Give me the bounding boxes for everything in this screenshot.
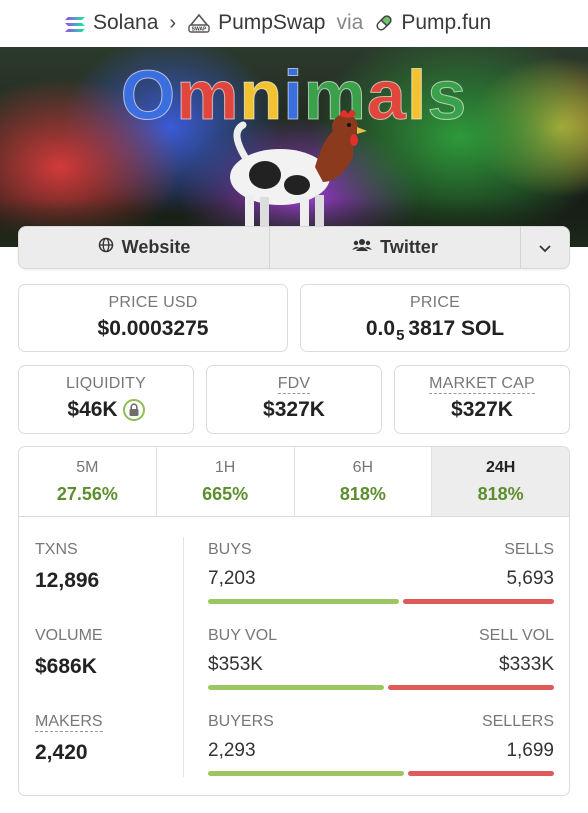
breadcrumb-dex[interactable]: PumpSwap (218, 11, 325, 35)
chevron-down-icon (539, 237, 551, 258)
banner-title-letter: l (406, 56, 428, 135)
tab-label: 6H (352, 459, 374, 476)
breadcrumb-chain[interactable]: Solana (93, 11, 158, 35)
price-usd-label: PRICE USD (108, 294, 198, 311)
price-usd-card: PRICE USD $0.0003275 (18, 284, 288, 352)
buy-vol-value: $353K (208, 654, 263, 675)
market-cap-card[interactable]: MARKET CAP $327K (394, 365, 570, 434)
globe-icon (98, 237, 114, 258)
buys-label: BUYS (208, 541, 252, 558)
dog-chicken-illustration (230, 110, 367, 245)
price-sol-prefix: 0.0 (365, 317, 396, 340)
sell-vol-bar-fill (388, 685, 554, 690)
buyers-value: 2,293 (208, 740, 256, 761)
tab-label: 5M (76, 459, 99, 476)
buys-value: 7,203 (208, 568, 256, 589)
pumpswap-icon: SWAP (187, 12, 211, 34)
chevron-right-icon: › (169, 11, 177, 34)
sellers-value: 1,699 (506, 740, 554, 761)
txns-stat: TXNS 12,896 (35, 541, 99, 593)
solana-icon (64, 15, 86, 32)
buyers-sellers-row: BUYERS SELLERS 2,293 1,699 (208, 713, 554, 776)
tab-6h[interactable]: 6H 818% (295, 447, 433, 516)
fdv-card[interactable]: FDV $327K (206, 365, 382, 434)
banner-title-letter: s (427, 56, 468, 135)
volume-label: VOLUME (35, 627, 103, 644)
buys-bar-fill (208, 599, 400, 604)
breadcrumb: Solana › SWAP PumpSwap via Pump.fun (0, 0, 588, 46)
volume-value: $686K (35, 655, 97, 678)
price-usd-value: $0.0003275 (97, 317, 209, 340)
buy-vol-label: BUY VOL (208, 627, 278, 644)
liquidity-card: LIQUIDITY $46K (18, 365, 194, 434)
buyers-sellers-bar (208, 771, 554, 776)
more-links-button[interactable] (521, 227, 569, 268)
tab-label: 1H (214, 459, 236, 476)
buyers-bar-fill (208, 771, 405, 776)
tab-change: 818% (477, 484, 524, 504)
trade-stats-panel: TXNS 12,896 VOLUME $686K MAKERS 2,420 BU… (18, 516, 570, 796)
tab-1h[interactable]: 1H 665% (157, 447, 295, 516)
liquidity-label: LIQUIDITY (65, 375, 147, 392)
breadcrumb-via: via (336, 11, 364, 34)
price-sol-subscript: 5 (396, 326, 405, 344)
market-cap-label: MARKET CAP (429, 375, 535, 394)
social-links-bar: Website Twitter (18, 226, 570, 269)
breadcrumb-launchpad[interactable]: Pump.fun (401, 11, 491, 35)
website-button[interactable]: Website (19, 227, 270, 268)
sellers-label: SELLERS (481, 713, 554, 730)
lock-icon[interactable] (122, 399, 145, 421)
token-banner: Omnimals (0, 47, 588, 247)
txns-value: 12,896 (35, 569, 100, 592)
pill-icon (374, 13, 394, 33)
buy-vol-bar-fill (208, 685, 385, 690)
volume-stat: VOLUME $686K (35, 627, 103, 679)
svg-text:SWAP: SWAP (192, 27, 207, 33)
twitter-button[interactable]: Twitter (270, 227, 521, 268)
market-cap-value: $327K (451, 398, 513, 421)
price-sol-card: PRICE 0.0 5 3817 SOL (300, 284, 570, 352)
buys-sells-bar (208, 599, 554, 604)
buyers-label: BUYERS (208, 713, 274, 730)
makers-value: 2,420 (35, 741, 88, 764)
liquidity-value: $46K (67, 398, 118, 421)
sells-value: 5,693 (506, 568, 554, 589)
sells-label: SELLS (504, 541, 554, 558)
fdv-label: FDV (277, 375, 311, 394)
makers-stat[interactable]: MAKERS 2,420 (35, 713, 103, 765)
sells-bar-fill (403, 599, 554, 604)
tab-5m[interactable]: 5M 27.56% (19, 447, 157, 516)
tab-change: 665% (202, 484, 249, 504)
website-label: Website (121, 237, 191, 257)
volume-split-bar (208, 685, 554, 690)
sellers-bar-fill (408, 771, 554, 776)
users-icon (352, 237, 373, 258)
buys-sells-row: BUYS SELLS 7,203 5,693 (208, 541, 554, 604)
sell-vol-value: $333K (499, 654, 554, 675)
twitter-label: Twitter (380, 237, 438, 257)
price-sol-rest: 3817 SOL (408, 317, 505, 340)
tab-24h[interactable]: 24H 818% (432, 447, 569, 516)
panel-divider (183, 537, 184, 777)
fdv-value: $327K (263, 398, 325, 421)
tab-change: 818% (339, 484, 386, 504)
makers-label: MAKERS (35, 713, 103, 732)
price-sol-label: PRICE (410, 294, 460, 311)
banner-title-letter: O (120, 56, 177, 135)
timeframe-tabs: 5M 27.56% 1H 665% 6H 818% 24H 818% (18, 446, 570, 516)
txns-label: TXNS (35, 541, 78, 558)
tab-change: 27.56% (56, 484, 118, 504)
tab-label: 24H (485, 459, 516, 476)
volume-split-row: BUY VOL SELL VOL $353K $333K (208, 627, 554, 690)
sell-vol-label: SELL VOL (478, 627, 554, 644)
